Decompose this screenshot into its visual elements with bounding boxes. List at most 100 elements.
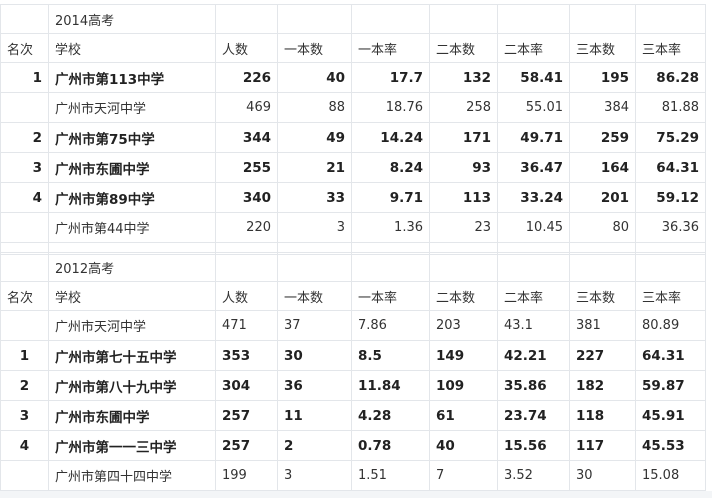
results-table-2014: 2014高考 名次 学校 人数 一本数 一本率 二本数 二本率 三本数 三本率 …: [0, 4, 706, 255]
tier3-rate-cell: 45.91: [635, 400, 706, 431]
count-cell: 340: [215, 182, 278, 213]
table-row: 1 广州市第七十五中学 353 30 8.5 149 42.21 227 64.31: [0, 340, 706, 371]
tier1-rate-cell: 14.24: [351, 122, 430, 153]
tier1-cell: 21: [277, 152, 352, 183]
tier3-cell: 259: [569, 122, 636, 153]
section-title-row: 2014高考: [0, 4, 706, 34]
school-cell: 广州市第44中学: [48, 212, 216, 243]
header-rank: 名次: [0, 33, 49, 63]
rank-cell: [0, 460, 49, 491]
school-cell: 广州市东圃中学: [48, 400, 216, 431]
header-school: 学校: [48, 33, 216, 63]
tier2-rate-cell: 43.1: [497, 310, 570, 341]
tier3-cell: 227: [569, 340, 636, 371]
count-cell: 220: [215, 212, 278, 243]
school-cell: 广州市第七十五中学: [48, 340, 216, 371]
tier3-cell: 118: [569, 400, 636, 431]
tier1-cell: 3: [277, 460, 352, 491]
count-cell: 255: [215, 152, 278, 183]
school-cell: 广州市天河中学: [48, 310, 216, 341]
tier2-cell: 61: [429, 400, 498, 431]
rank-cell: [0, 212, 49, 243]
tier1-cell: 3: [277, 212, 352, 243]
tier3-rate-cell: 15.08: [635, 460, 706, 491]
tier2-rate-cell: 15.56: [497, 430, 570, 461]
school-cell: 广州市第八十九中学: [48, 370, 216, 401]
section-title: 2012高考: [48, 252, 216, 282]
school-cell: 广州市第一一三中学: [48, 430, 216, 461]
tier3-rate-cell: 36.36: [635, 212, 706, 243]
school-cell: 广州市东圃中学: [48, 152, 216, 183]
rank-cell: 3: [0, 152, 49, 183]
horizontal-scrollbar[interactable]: [0, 491, 712, 498]
tier3-rate-cell: 80.89: [635, 310, 706, 341]
header-count: 人数: [215, 281, 278, 311]
tier3-rate-cell: 86.28: [635, 62, 706, 93]
table-row: 广州市天河中学 471 37 7.86 203 43.1 381 80.89: [0, 310, 706, 341]
tier1-rate-cell: 1.51: [351, 460, 430, 491]
count-cell: 344: [215, 122, 278, 153]
header-tier2-rate: 二本率: [497, 33, 570, 63]
tier1-rate-cell: 18.76: [351, 92, 430, 123]
tier1-rate-cell: 11.84: [351, 370, 430, 401]
tier2-rate-cell: 36.47: [497, 152, 570, 183]
tier3-rate-cell: 59.87: [635, 370, 706, 401]
header-count: 人数: [215, 33, 278, 63]
school-cell: 广州市第89中学: [48, 182, 216, 213]
tier1-rate-cell: 17.7: [351, 62, 430, 93]
header-tier1-rate: 一本率: [351, 33, 430, 63]
rank-cell: 2: [0, 370, 49, 401]
header-tier3: 三本数: [569, 33, 636, 63]
table-row: 3 广州市东圃中学 257 11 4.28 61 23.74 118 45.91: [0, 400, 706, 431]
table-row: 3 广州市东圃中学 255 21 8.24 93 36.47 164 64.31: [0, 152, 706, 183]
count-cell: 257: [215, 400, 278, 431]
header-tier3-rate: 三本率: [635, 281, 706, 311]
header-school: 学校: [48, 281, 216, 311]
count-cell: 257: [215, 430, 278, 461]
tier1-rate-cell: 9.71: [351, 182, 430, 213]
count-cell: 226: [215, 62, 278, 93]
tier3-cell: 195: [569, 62, 636, 93]
tier2-cell: 258: [429, 92, 498, 123]
count-cell: 304: [215, 370, 278, 401]
tier1-cell: 88: [277, 92, 352, 123]
table-row: 4 广州市第一一三中学 257 2 0.78 40 15.56 117 45.53: [0, 430, 706, 461]
tier3-cell: 381: [569, 310, 636, 341]
table-body: 广州市天河中学 471 37 7.86 203 43.1 381 80.89 1 广州市第七十五中…: [0, 310, 706, 491]
tier3-cell: 117: [569, 430, 636, 461]
table-row: 广州市天河中学 469 88 18.76 258 55.01 384 81.88: [0, 92, 706, 123]
tier1-rate-cell: 4.28: [351, 400, 430, 431]
tier2-cell: 113: [429, 182, 498, 213]
rank-cell: 4: [0, 182, 49, 213]
tier1-cell: 11: [277, 400, 352, 431]
tier2-cell: 203: [429, 310, 498, 341]
tier2-rate-cell: 33.24: [497, 182, 570, 213]
header-tier2: 二本数: [429, 281, 498, 311]
tier1-cell: 33: [277, 182, 352, 213]
tier2-cell: 93: [429, 152, 498, 183]
school-cell: 广州市第113中学: [48, 62, 216, 93]
tier3-rate-cell: 75.29: [635, 122, 706, 153]
tier3-rate-cell: 64.31: [635, 340, 706, 371]
tier1-cell: 40: [277, 62, 352, 93]
tier1-cell: 2: [277, 430, 352, 461]
tier1-rate-cell: 7.86: [351, 310, 430, 341]
table-body: 1 广州市第113中学 226 40 17.7 132 58.41 195 86.28 广州市天河…: [0, 62, 706, 243]
school-cell: 广州市第四十四中学: [48, 460, 216, 491]
results-table-2012: 2012高考 名次 学校 人数 一本数 一本率 二本数 二本率 三本数 三本率 …: [0, 252, 706, 491]
tier2-rate-cell: 58.41: [497, 62, 570, 93]
tier2-rate-cell: 23.74: [497, 400, 570, 431]
column-header-row: 名次 学校 人数 一本数 一本率 二本数 二本率 三本数 三本率: [0, 281, 706, 311]
tier2-rate-cell: 3.52: [497, 460, 570, 491]
header-tier3-rate: 三本率: [635, 33, 706, 63]
rank-cell: [0, 310, 49, 341]
rank-cell: 3: [0, 400, 49, 431]
tier2-cell: 7: [429, 460, 498, 491]
rank-cell: 4: [0, 430, 49, 461]
tier1-cell: 30: [277, 340, 352, 371]
header-rank: 名次: [0, 281, 49, 311]
tier2-cell: 132: [429, 62, 498, 93]
header-tier1: 一本数: [277, 33, 352, 63]
tier3-cell: 384: [569, 92, 636, 123]
rank-cell: 2: [0, 122, 49, 153]
